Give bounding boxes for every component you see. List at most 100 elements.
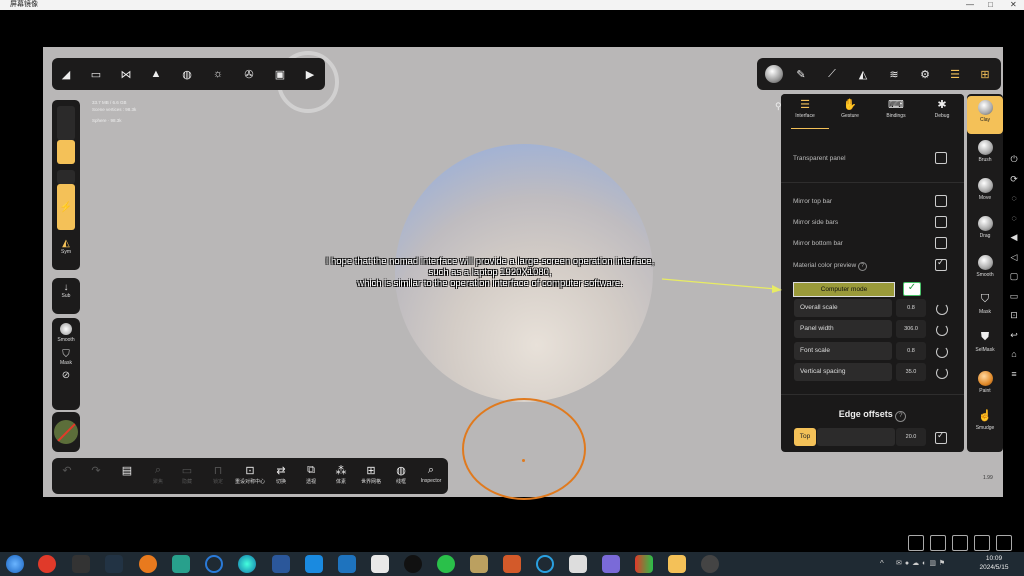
- font-scale-reset-icon[interactable]: [936, 346, 948, 358]
- tool-smooth[interactable]: Smooth: [967, 251, 1003, 289]
- pyramid-icon[interactable]: ▲: [148, 66, 164, 82]
- layers-icon[interactable]: ≋: [886, 66, 902, 82]
- tool-selmask[interactable]: ⛊ SelMask: [967, 328, 1003, 366]
- tool-mask[interactable]: ⛉ Mask: [967, 290, 1003, 328]
- mirror-bottom-checkbox[interactable]: [935, 237, 947, 249]
- tray-icons[interactable]: ✉●☁◐▥⚑: [896, 559, 948, 567]
- overall-scale-value[interactable]: 0.8: [896, 299, 926, 317]
- eyedropper-icon[interactable]: ⟋: [824, 66, 840, 82]
- top-offset-value[interactable]: 20.0: [896, 428, 926, 446]
- qq-icon[interactable]: [404, 555, 422, 573]
- computer-mode-checkbox[interactable]: ✓: [903, 282, 921, 296]
- fullscreen-icon[interactable]: [908, 535, 924, 551]
- triangle-icon[interactable]: ◭: [855, 66, 871, 82]
- camera-icon[interactable]: ▶: [302, 66, 318, 82]
- sliders-icon[interactable]: ☰: [947, 66, 963, 82]
- maximize-button[interactable]: □: [988, 0, 993, 10]
- window-icon[interactable]: [996, 535, 1012, 551]
- app-icon[interactable]: [602, 555, 620, 573]
- material-preview[interactable]: [52, 412, 80, 452]
- vertical-spacing-reset-icon[interactable]: [936, 367, 948, 379]
- app-icon[interactable]: [38, 555, 56, 573]
- start-icon[interactable]: [6, 555, 24, 573]
- bulb-off-icon[interactable]: ◌: [1006, 209, 1022, 229]
- edge-icon[interactable]: [238, 555, 256, 573]
- radius-slider[interactable]: [57, 140, 75, 164]
- mask-button[interactable]: ⛉ Mask: [52, 349, 80, 366]
- tool-paint[interactable]: Paint: [967, 367, 1003, 405]
- perspective-button[interactable]: ⧉ 透视: [296, 462, 326, 490]
- reset-symmetry-button[interactable]: ⊡ 重设对称中心: [232, 462, 268, 490]
- minimize-button[interactable]: —: [966, 0, 974, 10]
- tool-move[interactable]: Move: [967, 174, 1003, 212]
- screenshot-icon[interactable]: ▢: [1006, 267, 1022, 287]
- network-icon[interactable]: [974, 535, 990, 551]
- focus-button[interactable]: ⌕ 聚焦: [143, 462, 173, 490]
- app-icon[interactable]: [305, 555, 323, 573]
- film-reel-icon[interactable]: ✇: [241, 66, 257, 82]
- clock[interactable]: 10:09 2024/5/15: [972, 554, 1016, 572]
- app-icon[interactable]: [569, 555, 587, 573]
- intensity-slider-track[interactable]: [57, 170, 75, 184]
- intensity-slider[interactable]: ⚡: [57, 184, 75, 230]
- grid-sphere-icon[interactable]: ◍: [179, 66, 195, 82]
- app-icon[interactable]: [105, 555, 123, 573]
- settings-icon[interactable]: ⚙: [917, 66, 933, 82]
- tab-bindings[interactable]: ⌨ Bindings: [874, 98, 918, 126]
- wechat-icon[interactable]: [437, 555, 455, 573]
- explorer-icon[interactable]: [668, 555, 686, 573]
- panel-width-reset-icon[interactable]: [936, 324, 948, 336]
- crop-icon[interactable]: ⊡: [1006, 306, 1022, 326]
- scene-icon[interactable]: ◢: [58, 66, 74, 82]
- lock-button[interactable]: ⊓ 锁定: [203, 462, 233, 490]
- app-icon[interactable]: [701, 555, 719, 573]
- switch-button[interactable]: ⇄ 切换: [266, 462, 296, 490]
- volume-down-icon[interactable]: ◁: [1006, 248, 1022, 268]
- material-ball-icon[interactable]: [765, 65, 783, 83]
- hide-button[interactable]: ▭ 隐藏: [172, 462, 202, 490]
- mirror-side-checkbox[interactable]: [935, 216, 947, 228]
- tools-icon[interactable]: ⊞: [977, 66, 993, 82]
- word-icon[interactable]: [272, 555, 290, 573]
- nodes-icon[interactable]: ⋈: [118, 66, 134, 82]
- close-button[interactable]: ✕: [1010, 0, 1017, 10]
- top-offset-slider[interactable]: [817, 428, 895, 446]
- sub-button[interactable]: ↓ Sub: [52, 278, 80, 314]
- top-offset-checkbox[interactable]: [935, 430, 947, 444]
- app-icon[interactable]: [205, 555, 223, 573]
- app-icon[interactable]: [371, 555, 389, 573]
- record-icon[interactable]: ▭: [1006, 287, 1022, 307]
- tab-debug[interactable]: ✱ Debug: [920, 98, 964, 126]
- app-icon[interactable]: [503, 555, 521, 573]
- mirror-top-checkbox[interactable]: [935, 195, 947, 207]
- rotate-icon[interactable]: ⟳: [1006, 170, 1022, 190]
- app-icon[interactable]: [536, 555, 554, 573]
- vertical-spacing-value[interactable]: 35.0: [896, 363, 926, 381]
- tab-interface[interactable]: ☰ Interface: [783, 98, 827, 126]
- bulb-icon[interactable]: ◌: [1006, 189, 1022, 209]
- hide-icon[interactable]: ⊘: [52, 370, 80, 381]
- app-icon[interactable]: [172, 555, 190, 573]
- overall-scale-reset-icon[interactable]: [936, 303, 948, 315]
- home-icon[interactable]: ⌂: [1006, 345, 1022, 365]
- tab-gesture[interactable]: ✋ Gesture: [828, 98, 872, 126]
- wireframe-button[interactable]: ◍ 线框: [386, 462, 416, 490]
- app-icon[interactable]: [72, 555, 90, 573]
- font-scale-value[interactable]: 0.8: [896, 342, 926, 360]
- symmetry-icon[interactable]: ◭: [52, 238, 80, 249]
- radius-slider-track[interactable]: [57, 106, 75, 140]
- help-icon[interactable]: ?: [858, 262, 868, 271]
- power-icon[interactable]: ⏻: [1006, 150, 1022, 170]
- cad-icon[interactable]: [338, 555, 356, 573]
- blender-icon[interactable]: [139, 555, 157, 573]
- transparent-panel-checkbox[interactable]: [935, 152, 947, 164]
- tool-brush[interactable]: Brush: [967, 136, 1003, 174]
- image-icon[interactable]: ▣: [272, 66, 288, 82]
- doc-button[interactable]: ▤: [112, 462, 142, 490]
- tool-clay[interactable]: Clay: [967, 96, 1003, 134]
- app-icon[interactable]: [635, 555, 653, 573]
- upload-icon[interactable]: [930, 535, 946, 551]
- tool-smudge[interactable]: ☝ Smudge: [967, 406, 1003, 444]
- sun-icon[interactable]: ☼: [210, 66, 226, 82]
- material-color-preview-checkbox[interactable]: [935, 257, 947, 271]
